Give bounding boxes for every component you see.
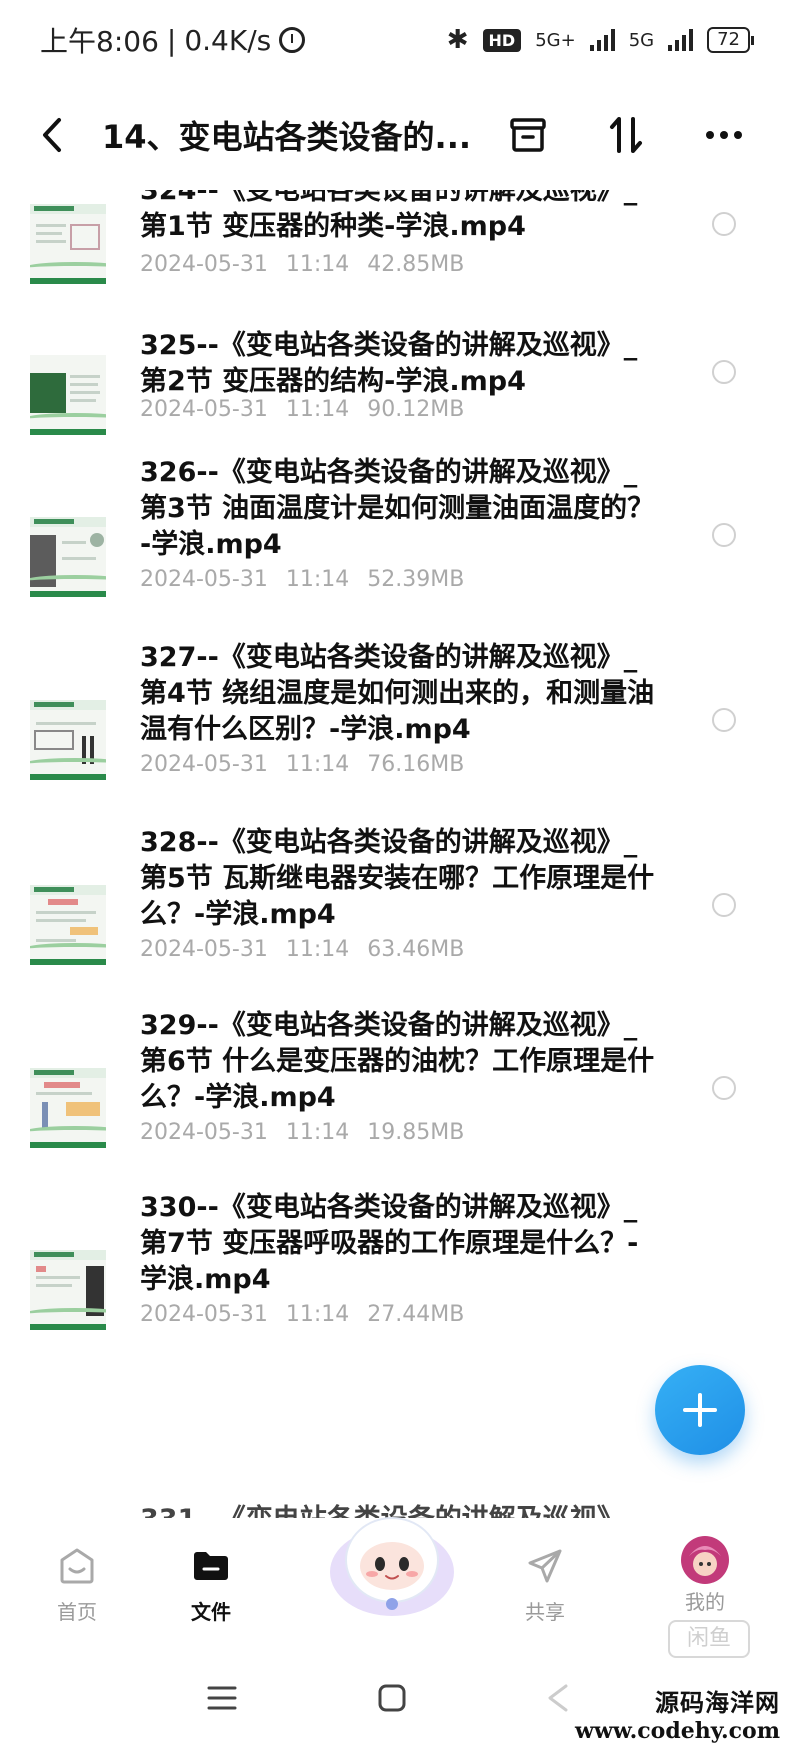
avatar [679,1534,731,1586]
signal-icon [589,29,615,51]
select-radio[interactable] [712,893,736,917]
status-left: 上午8:06 | 0.4K/s [40,20,447,60]
file-time: 11:14 [285,1120,350,1145]
file-size: 63.46MB [367,937,465,962]
menu-icon[interactable] [202,1678,242,1718]
video-thumbnail [30,700,106,780]
file-name: 326--《变电站各类设备的讲解及巡视》_第3节 油面温度计是如何测量油面温度的… [140,457,655,560]
select-radio[interactable] [712,360,736,384]
add-button[interactable] [655,1365,745,1455]
folder-icon [191,1546,231,1586]
nav-share[interactable]: 共享 [490,1520,600,1630]
file-meta: 2024-05-31 11:14 63.46MB [140,937,482,962]
alarm-icon [279,27,306,53]
file-size: 19.85MB [367,1120,465,1145]
file-time: 11:14 [285,397,350,422]
file-time: 11:14 [285,567,350,592]
sort-icon[interactable] [604,113,648,157]
site-watermark-name: 源码海洋网 [655,1688,780,1717]
status-divider: | [166,23,177,57]
select-radio[interactable] [712,708,736,732]
file-name: 324--《变电站各类设备的讲解及巡视》_第1节 变压器的种类-学浪.mp4 [140,190,638,242]
plus-icon [683,1393,717,1427]
video-thumbnail [30,204,106,284]
signal-label-1: 5G+ [535,29,576,51]
nav-mine[interactable]: 我的 [650,1520,760,1630]
back-triangle-icon[interactable] [538,1678,578,1718]
file-date: 2024-05-31 [140,397,268,422]
video-thumbnail [30,1068,106,1148]
select-radio[interactable] [712,1076,736,1100]
file-meta: 2024-05-31 11:14 19.85MB [140,1120,482,1145]
back-icon[interactable] [30,113,74,157]
archive-icon[interactable] [506,113,550,157]
bluetooth-icon: ✱ [446,25,469,55]
file-name: 328--《变电站各类设备的讲解及巡视》_第5节 瓦斯继电器安装在哪？工作原理是… [140,827,655,930]
video-thumbnail [30,355,106,435]
nav-home-label: 首页 [57,1600,97,1624]
file-size: 76.16MB [367,752,465,777]
file-size: 52.39MB [367,567,465,592]
watermark-stamp: 闲鱼 [668,1620,750,1658]
nav-files[interactable]: 文件 [156,1520,266,1630]
file-name: 325--《变电站各类设备的讲解及巡视》_第2节 变压器的结构-学浪.mp4 [140,330,638,397]
nav-mine-label: 我的 [685,1590,725,1614]
file-size: 27.44MB [367,1302,465,1327]
file-meta: 2024-05-31 11:14 90.12MB [140,397,482,422]
nav-home[interactable]: 首页 [22,1520,132,1630]
mascot-assistant[interactable] [322,1500,462,1620]
home-icon [57,1546,97,1586]
status-net-speed: 0.4K/s [184,23,272,57]
nav-files-label: 文件 [191,1600,231,1624]
file-date: 2024-05-31 [140,1302,268,1327]
more-icon[interactable] [702,113,746,157]
status-time: 上午8:06 [40,25,159,58]
video-thumbnail [30,517,106,597]
hd-badge: HD [482,28,522,52]
home-square-icon[interactable] [372,1678,412,1718]
file-date: 2024-05-31 [140,252,268,277]
nav-share-label: 共享 [525,1600,565,1624]
file-name: 327--《变电站各类设备的讲解及巡视》_第4节 绕组温度是如何测出来的，和测量… [140,642,655,745]
file-meta: 2024-05-31 11:14 52.39MB [140,567,482,592]
file-time: 11:14 [285,937,350,962]
status-bar: 上午8:06 | 0.4K/s ✱ HD 5G+ 5G 72 [0,0,790,80]
header: 14、变电站各类设备的... [0,80,790,190]
file-name: 329--《变电站各类设备的讲解及巡视》_第6节 什么是变压器的油枕？工作原理是… [140,1010,655,1113]
video-thumbnail [30,885,106,965]
header-actions [506,113,746,157]
file-list: 324--《变电站各类设备的讲解及巡视》_第1节 变压器的种类-学浪.mp4 2… [0,190,790,1520]
file-name: 330--《变电站各类设备的讲解及巡视》_第7节 变压器呼吸器的工作原理是什么？… [140,1192,639,1295]
signal-icon-2 [668,29,694,51]
signal-label-2: 5G [628,29,655,51]
site-watermark: 源码海洋网 www.codehy.com [575,1683,780,1744]
select-radio[interactable] [712,212,736,236]
file-date: 2024-05-31 [140,937,268,962]
file-date: 2024-05-31 [140,752,268,777]
select-radio[interactable] [712,523,736,547]
file-time: 11:14 [285,252,350,277]
file-size: 42.85MB [367,252,465,277]
file-date: 2024-05-31 [140,1120,268,1145]
battery-icon: 72 [707,27,754,53]
file-time: 11:14 [285,752,350,777]
site-watermark-url: www.codehy.com [575,1718,780,1744]
file-meta: 2024-05-31 11:14 27.44MB [140,1302,482,1327]
send-icon [525,1546,565,1586]
video-thumbnail [30,1250,106,1330]
file-meta: 2024-05-31 11:14 76.16MB [140,752,482,777]
file-date: 2024-05-31 [140,567,268,592]
status-right: ✱ HD 5G+ 5G 72 [446,25,754,55]
file-meta: 2024-05-31 11:14 42.85MB [140,252,482,277]
page-title: 14、变电站各类设备的... [102,118,472,156]
file-size: 90.12MB [367,397,465,422]
file-time: 11:14 [285,1302,350,1327]
